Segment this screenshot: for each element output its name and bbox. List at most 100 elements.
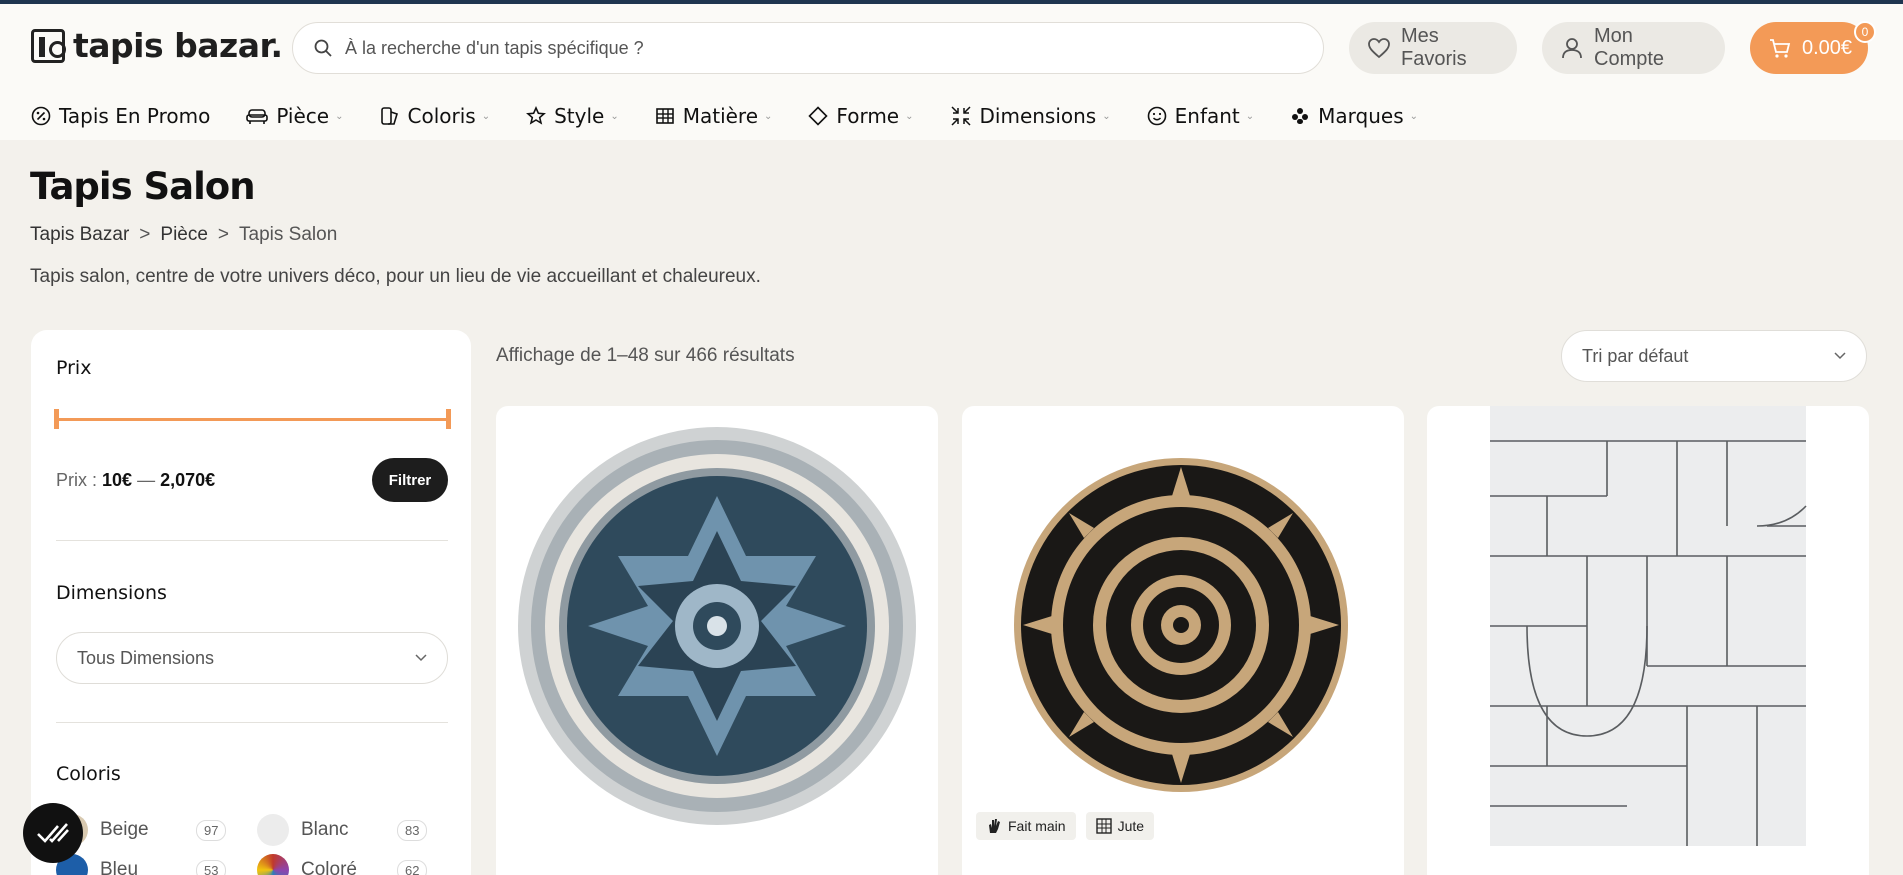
- check-marks-icon: [36, 820, 70, 846]
- favorites-label: Mes Favoris: [1401, 25, 1467, 70]
- color-option-colore[interactable]: Coloré 62: [257, 854, 428, 875]
- product-tags: Fait main Jute: [976, 812, 1155, 840]
- site-header: tapis bazar. Mes Favoris Mon Compte 0.00…: [0, 4, 1903, 140]
- color-option-bleu[interactable]: Bleu 53: [56, 854, 227, 875]
- cart-icon: [1768, 37, 1792, 59]
- color-count: 97: [196, 819, 227, 841]
- product-image-round-medallion-rug[interactable]: [496, 406, 938, 846]
- account-label: Mon Compte: [1594, 25, 1665, 70]
- percent-badge-icon: [31, 106, 51, 126]
- favorites-button[interactable]: Mes Favoris: [1349, 22, 1517, 74]
- weave-icon: [655, 106, 675, 126]
- color-swatch: [257, 814, 289, 846]
- color-option-blanc[interactable]: Blanc 83: [257, 814, 428, 846]
- weave-icon: [1095, 818, 1112, 834]
- price-max-value: 2,070€: [160, 470, 216, 490]
- color-swatch: [257, 854, 289, 875]
- sort-select-value: Tri par défaut: [1582, 345, 1689, 366]
- nav-label: Forme: [836, 104, 900, 128]
- site-logo[interactable]: tapis bazar.: [31, 26, 283, 65]
- nav-label: Enfant: [1174, 104, 1240, 128]
- category-intro: Tapis salon, centre de votre univers déc…: [30, 266, 761, 287]
- heart-icon: [1367, 37, 1391, 59]
- smiley-icon: [1147, 106, 1167, 126]
- cart-count-badge: 0: [1854, 21, 1876, 43]
- nav-item-promo[interactable]: Tapis En Promo: [31, 104, 210, 128]
- filter-button[interactable]: Filtrer: [372, 458, 448, 502]
- search-icon: [313, 38, 333, 58]
- divider: [56, 540, 448, 541]
- sofa-icon: [246, 107, 269, 125]
- nav-label: Pièce: [276, 104, 330, 128]
- product-card[interactable]: [1427, 406, 1869, 875]
- nav-item-dimensions[interactable]: Dimensions ⌄: [950, 104, 1111, 128]
- chevron-down-icon: ⌄: [764, 110, 773, 122]
- logo-text: tapis bazar.: [73, 26, 283, 65]
- color-name: Coloré: [301, 859, 357, 875]
- nav-item-forme[interactable]: Forme ⌄: [808, 104, 914, 128]
- chevron-down-icon: ⌄: [481, 110, 491, 122]
- chevron-down-icon: ⌄: [905, 110, 914, 122]
- search-input[interactable]: [345, 37, 1245, 59]
- color-name: Blanc: [301, 819, 349, 840]
- main-nav: Tapis En Promo Pièce ⌄ Coloris ⌄ Style ⌄…: [31, 98, 1454, 134]
- diamond-icon: [808, 106, 829, 126]
- nav-item-style[interactable]: Style ⌄: [526, 104, 619, 128]
- accessibility-button[interactable]: [23, 803, 83, 863]
- breadcrumb-current: Tapis Salon: [239, 224, 338, 245]
- breadcrumb-link-piece[interactable]: Pièce: [160, 224, 208, 246]
- breadcrumb-separator: >: [217, 224, 230, 245]
- palette-icon: [380, 106, 400, 126]
- breadcrumb-link-home[interactable]: Tapis Bazar: [30, 224, 129, 246]
- sort-select[interactable]: Tri par défaut: [1561, 330, 1867, 382]
- nav-label: Matière: [682, 104, 759, 128]
- nav-label: Coloris: [407, 104, 476, 128]
- breadcrumb: Tapis Bazar > Pièce > Tapis Salon: [30, 224, 337, 246]
- nav-item-coloris[interactable]: Coloris ⌄: [380, 104, 491, 128]
- product-card[interactable]: Fait main Jute: [962, 406, 1404, 875]
- product-card[interactable]: [496, 406, 938, 875]
- price-max-handle[interactable]: [446, 409, 451, 429]
- resize-icon: [950, 105, 972, 127]
- nav-label: Style: [554, 104, 605, 128]
- page-title: Tapis Salon: [30, 165, 256, 208]
- nav-item-marques[interactable]: Marques ⌄: [1290, 104, 1418, 128]
- nav-item-matiere[interactable]: Matière ⌄: [655, 104, 773, 128]
- color-count: 62: [397, 859, 428, 875]
- logo-mark-icon: [31, 28, 66, 63]
- breadcrumb-separator: >: [139, 224, 151, 245]
- chevron-down-icon: ⌄: [1245, 110, 1255, 122]
- price-prefix: Prix :: [56, 470, 98, 490]
- divider: [56, 722, 448, 723]
- tag-label: Jute: [1117, 818, 1145, 834]
- cart-total: 0.00€: [1802, 36, 1853, 59]
- colors-filter-title: Coloris: [56, 763, 121, 785]
- account-button[interactable]: Mon Compte: [1542, 22, 1725, 74]
- cart-button[interactable]: 0.00€: [1750, 22, 1868, 74]
- nav-label: Dimensions: [979, 104, 1097, 128]
- price-filter-title: Prix: [56, 357, 92, 379]
- color-count: 83: [397, 819, 428, 841]
- chevron-down-icon: ⌄: [335, 110, 344, 122]
- tag-jute: Jute: [1085, 812, 1155, 840]
- chevron-down-icon: ⌄: [610, 110, 619, 122]
- tag-label: Fait main: [1008, 818, 1066, 834]
- nav-item-piece[interactable]: Pièce ⌄: [246, 104, 344, 128]
- price-dash: —: [137, 470, 156, 490]
- color-name: Beige: [100, 819, 149, 840]
- nav-item-enfant[interactable]: Enfant ⌄: [1147, 104, 1255, 128]
- price-min-handle[interactable]: [54, 409, 59, 429]
- user-icon: [1560, 36, 1584, 60]
- dimensions-select-value: Tous Dimensions: [77, 647, 215, 668]
- filter-sidebar: Prix Prix : 10€ — 2,070€ Filtrer Dimensi…: [31, 330, 471, 875]
- hand-icon: [986, 818, 1002, 834]
- dimensions-select[interactable]: Tous Dimensions: [56, 632, 448, 684]
- nav-label: Marques: [1318, 104, 1404, 128]
- search-bar[interactable]: [292, 22, 1324, 74]
- product-image-white-lineart-rug[interactable]: [1427, 406, 1869, 846]
- star-icon: [526, 106, 547, 126]
- dimensions-filter-title: Dimensions: [56, 582, 167, 604]
- product-image-round-jute-rug[interactable]: [962, 406, 1404, 806]
- price-range-text: Prix : 10€ — 2,070€: [56, 470, 215, 491]
- price-range-track[interactable]: [56, 418, 448, 421]
